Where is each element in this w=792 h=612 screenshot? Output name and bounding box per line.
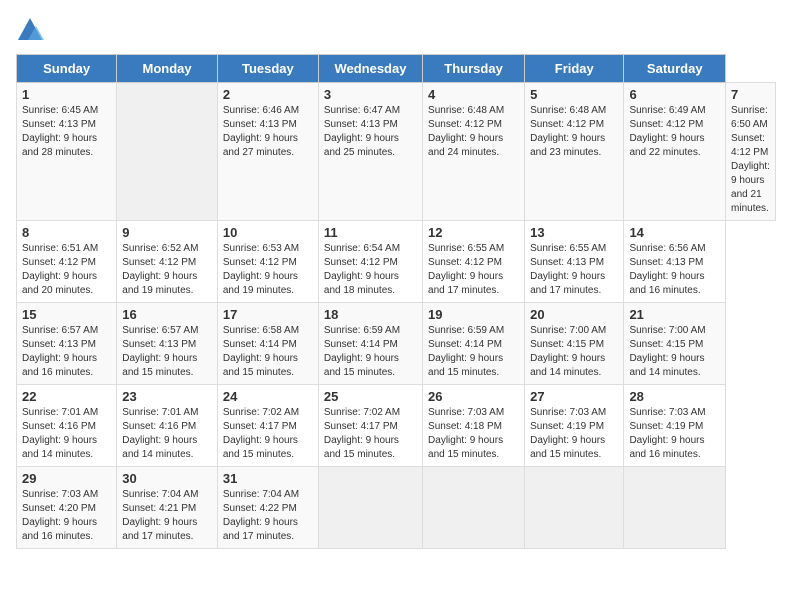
calendar-day-13: 13Sunrise: 6:55 AMSunset: 4:13 PMDayligh… xyxy=(525,221,624,303)
calendar-day-19: 19Sunrise: 6:59 AMSunset: 4:14 PMDayligh… xyxy=(423,303,525,385)
calendar-day-29: 29Sunrise: 7:03 AMSunset: 4:20 PMDayligh… xyxy=(17,467,117,549)
calendar-day-8: 8Sunrise: 6:51 AMSunset: 4:12 PMDaylight… xyxy=(17,221,117,303)
calendar-day-6: 6Sunrise: 6:49 AMSunset: 4:12 PMDaylight… xyxy=(624,83,726,221)
calendar-day-28: 28Sunrise: 7:03 AMSunset: 4:19 PMDayligh… xyxy=(624,385,726,467)
calendar-day-12: 12Sunrise: 6:55 AMSunset: 4:12 PMDayligh… xyxy=(423,221,525,303)
calendar-week-2: 15Sunrise: 6:57 AMSunset: 4:13 PMDayligh… xyxy=(17,303,776,385)
calendar-day-11: 11Sunrise: 6:54 AMSunset: 4:12 PMDayligh… xyxy=(318,221,422,303)
day-header-sunday: Sunday xyxy=(17,55,117,83)
calendar-empty xyxy=(117,83,218,221)
calendar-table: SundayMondayTuesdayWednesdayThursdayFrid… xyxy=(16,54,776,549)
calendar-empty xyxy=(624,467,726,549)
calendar-day-31: 31Sunrise: 7:04 AMSunset: 4:22 PMDayligh… xyxy=(217,467,318,549)
calendar-day-20: 20Sunrise: 7:00 AMSunset: 4:15 PMDayligh… xyxy=(525,303,624,385)
calendar-day-22: 22Sunrise: 7:01 AMSunset: 4:16 PMDayligh… xyxy=(17,385,117,467)
calendar-day-27: 27Sunrise: 7:03 AMSunset: 4:19 PMDayligh… xyxy=(525,385,624,467)
day-header-tuesday: Tuesday xyxy=(217,55,318,83)
calendar-day-21: 21Sunrise: 7:00 AMSunset: 4:15 PMDayligh… xyxy=(624,303,726,385)
calendar-empty xyxy=(525,467,624,549)
calendar-day-7: 7Sunrise: 6:50 AMSunset: 4:12 PMDaylight… xyxy=(726,83,776,221)
calendar-day-15: 15Sunrise: 6:57 AMSunset: 4:13 PMDayligh… xyxy=(17,303,117,385)
calendar-day-30: 30Sunrise: 7:04 AMSunset: 4:21 PMDayligh… xyxy=(117,467,218,549)
calendar-week-3: 22Sunrise: 7:01 AMSunset: 4:16 PMDayligh… xyxy=(17,385,776,467)
calendar-header-row: SundayMondayTuesdayWednesdayThursdayFrid… xyxy=(17,55,776,83)
calendar-day-24: 24Sunrise: 7:02 AMSunset: 4:17 PMDayligh… xyxy=(217,385,318,467)
calendar-day-17: 17Sunrise: 6:58 AMSunset: 4:14 PMDayligh… xyxy=(217,303,318,385)
calendar-day-9: 9Sunrise: 6:52 AMSunset: 4:12 PMDaylight… xyxy=(117,221,218,303)
day-header-monday: Monday xyxy=(117,55,218,83)
calendar-day-18: 18Sunrise: 6:59 AMSunset: 4:14 PMDayligh… xyxy=(318,303,422,385)
calendar-day-10: 10Sunrise: 6:53 AMSunset: 4:12 PMDayligh… xyxy=(217,221,318,303)
calendar-day-2: 2Sunrise: 6:46 AMSunset: 4:13 PMDaylight… xyxy=(217,83,318,221)
calendar-week-1: 8Sunrise: 6:51 AMSunset: 4:12 PMDaylight… xyxy=(17,221,776,303)
calendar-day-23: 23Sunrise: 7:01 AMSunset: 4:16 PMDayligh… xyxy=(117,385,218,467)
calendar-day-16: 16Sunrise: 6:57 AMSunset: 4:13 PMDayligh… xyxy=(117,303,218,385)
day-header-wednesday: Wednesday xyxy=(318,55,422,83)
calendar-day-14: 14Sunrise: 6:56 AMSunset: 4:13 PMDayligh… xyxy=(624,221,726,303)
day-header-thursday: Thursday xyxy=(423,55,525,83)
calendar-week-0: 1Sunrise: 6:45 AMSunset: 4:13 PMDaylight… xyxy=(17,83,776,221)
calendar-day-1: 1Sunrise: 6:45 AMSunset: 4:13 PMDaylight… xyxy=(17,83,117,221)
calendar-day-4: 4Sunrise: 6:48 AMSunset: 4:12 PMDaylight… xyxy=(423,83,525,221)
calendar-day-25: 25Sunrise: 7:02 AMSunset: 4:17 PMDayligh… xyxy=(318,385,422,467)
page-header xyxy=(16,16,776,44)
calendar-week-4: 29Sunrise: 7:03 AMSunset: 4:20 PMDayligh… xyxy=(17,467,776,549)
calendar-empty xyxy=(318,467,422,549)
day-header-saturday: Saturday xyxy=(624,55,726,83)
logo xyxy=(16,16,48,44)
calendar-day-5: 5Sunrise: 6:48 AMSunset: 4:12 PMDaylight… xyxy=(525,83,624,221)
logo-icon xyxy=(16,16,44,44)
calendar-day-26: 26Sunrise: 7:03 AMSunset: 4:18 PMDayligh… xyxy=(423,385,525,467)
day-header-friday: Friday xyxy=(525,55,624,83)
calendar-day-3: 3Sunrise: 6:47 AMSunset: 4:13 PMDaylight… xyxy=(318,83,422,221)
calendar-empty xyxy=(423,467,525,549)
